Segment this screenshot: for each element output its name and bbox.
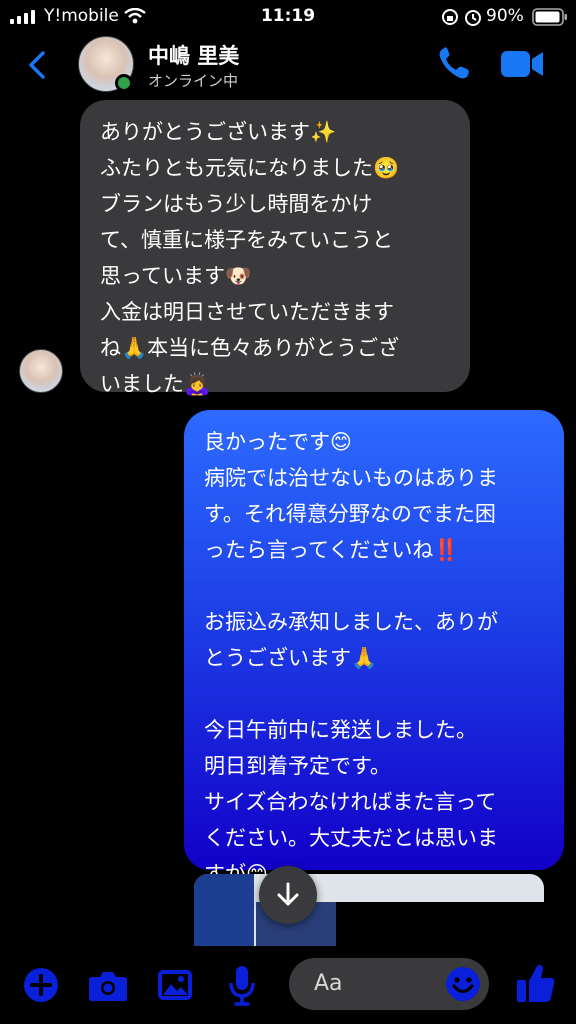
camera-icon[interactable]	[88, 968, 128, 1002]
presence-status: オンライン中	[148, 72, 239, 90]
image-attachment[interactable]	[194, 874, 544, 946]
battery-percent: 90%	[486, 6, 524, 26]
video-icon[interactable]	[500, 48, 544, 80]
scroll-to-bottom-button[interactable]	[259, 866, 317, 924]
online-indicator	[115, 74, 133, 92]
gallery-icon[interactable]	[157, 967, 193, 1003]
plus-icon[interactable]	[23, 967, 59, 1003]
sender-avatar[interactable]	[19, 349, 63, 393]
incoming-message-bubble[interactable]: ありがとうございます✨ ふたりとも元気になりました🥹 ブランはもう少し時間をかけ…	[80, 100, 470, 396]
status-bar: Y!mobile 11:19 90%	[0, 0, 576, 34]
redaction-box	[336, 902, 544, 946]
composer-bar	[0, 946, 576, 1024]
thumbs-up-icon[interactable]	[516, 962, 556, 1004]
contact-name[interactable]: 中嶋 里美	[148, 40, 239, 70]
arrow-down-icon	[277, 882, 299, 906]
message-input-placeholder: Aa	[314, 971, 343, 996]
outgoing-message-bubble[interactable]: 良かったです😊 病院では治せないものはありま す。それ得意分野なのでまた困 った…	[184, 410, 564, 886]
shipping-label-image	[194, 874, 254, 946]
alarm-icon	[465, 10, 481, 26]
back-chevron-icon[interactable]	[26, 50, 48, 80]
lock-rotation-icon	[442, 9, 458, 25]
battery-icon	[532, 8, 567, 26]
mic-icon[interactable]	[228, 964, 256, 1006]
phone-icon[interactable]	[437, 46, 471, 82]
emoji-icon[interactable]	[445, 966, 481, 1002]
